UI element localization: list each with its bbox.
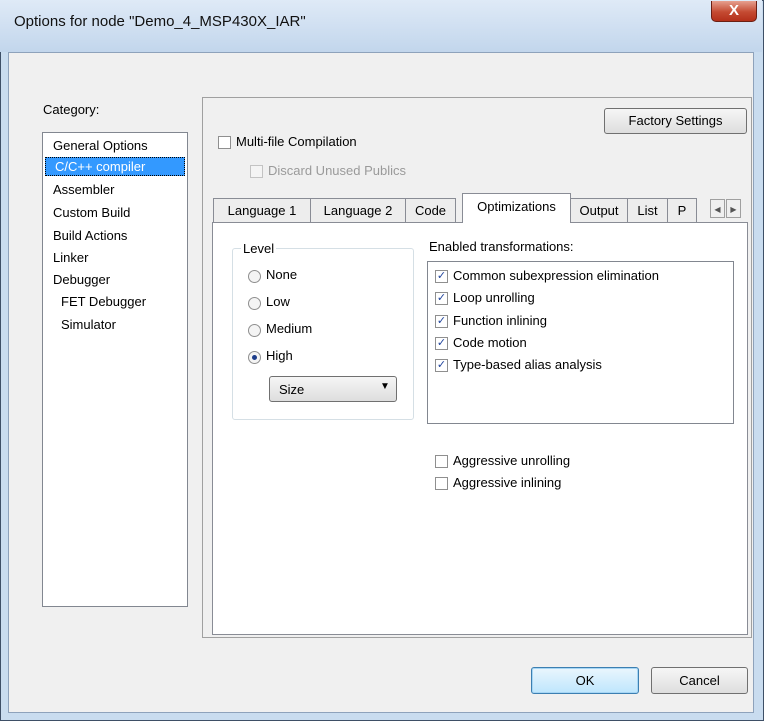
factory-settings-button[interactable]: Factory Settings <box>604 108 747 134</box>
level-high-label: High <box>266 348 293 363</box>
tab-partial[interactable]: P <box>667 198 697 222</box>
aggressive-inlining-checkbox[interactable] <box>435 477 448 490</box>
aggressive-unrolling-label: Aggressive unrolling <box>453 453 571 468</box>
discard-unused-publics-label: Discard Unused Publics <box>268 163 407 178</box>
level-medium-label: Medium <box>266 321 313 336</box>
tab-language-1[interactable]: Language 1 <box>213 198 311 222</box>
category-item-simulator[interactable]: Simulator <box>61 315 116 334</box>
category-item-general-options[interactable]: General Options <box>53 136 148 155</box>
level-high-radio[interactable] <box>248 351 261 364</box>
tab-output[interactable]: Output <box>570 198 628 222</box>
aggressive-unrolling-checkbox[interactable] <box>435 455 448 468</box>
category-item-assembler[interactable]: Assembler <box>53 180 114 199</box>
cse-checkbox[interactable]: ✓ <box>435 270 448 283</box>
multi-file-compilation-checkbox[interactable] <box>218 136 231 149</box>
code-motion-checkbox[interactable]: ✓ <box>435 337 448 350</box>
window-title: Options for node "Demo_4_MSP430X_IAR" <box>14 13 306 30</box>
multi-file-compilation-label: Multi-file Compilation <box>236 134 357 149</box>
category-label: Category: <box>43 102 100 117</box>
function-inlining-checkbox[interactable]: ✓ <box>435 315 448 328</box>
aggressive-inlining-label: Aggressive inlining <box>453 475 562 490</box>
loop-unrolling-label: Loop unrolling <box>453 290 535 305</box>
category-item-linker[interactable]: Linker <box>53 248 88 267</box>
category-item-custom-build[interactable]: Custom Build <box>53 203 130 222</box>
tab-scroll-left-icon[interactable]: ◀ <box>710 199 725 218</box>
level-none-radio[interactable] <box>248 270 261 283</box>
enabled-transformations-label: Enabled transformations: <box>429 239 574 254</box>
code-motion-label: Code motion <box>453 335 527 350</box>
cse-label: Common subexpression elimination <box>453 268 659 283</box>
close-button[interactable]: X <box>711 1 757 22</box>
level-medium-radio[interactable] <box>248 324 261 337</box>
level-group-label: Level <box>241 241 277 256</box>
category-item-c-cpp-compiler[interactable]: C/C++ compiler <box>45 157 185 176</box>
category-item-build-actions[interactable]: Build Actions <box>53 226 127 245</box>
discard-unused-publics-checkbox[interactable] <box>250 165 263 178</box>
loop-unrolling-checkbox[interactable]: ✓ <box>435 292 448 305</box>
level-low-label: Low <box>266 294 290 309</box>
tab-list[interactable]: List <box>627 198 668 222</box>
category-list[interactable]: General Options C/C++ compiler Assembler… <box>42 132 188 607</box>
size-speed-select[interactable]: Size ▼ <box>269 376 397 402</box>
chevron-down-icon: ▼ <box>380 381 390 392</box>
tab-optimizations[interactable]: Optimizations <box>462 193 571 223</box>
category-item-fet-debugger[interactable]: FET Debugger <box>61 292 146 311</box>
function-inlining-label: Function inlining <box>453 313 547 328</box>
size-select-value: Size <box>279 382 305 397</box>
category-item-debugger[interactable]: Debugger <box>53 270 110 289</box>
level-low-radio[interactable] <box>248 297 261 310</box>
type-based-alias-label: Type-based alias analysis <box>453 357 602 372</box>
tab-code[interactable]: Code <box>405 198 456 222</box>
cancel-button[interactable]: Cancel <box>651 667 748 694</box>
tab-scroll-right-icon[interactable]: ▶ <box>726 199 741 218</box>
type-based-alias-checkbox[interactable]: ✓ <box>435 359 448 372</box>
ok-button[interactable]: OK <box>531 667 639 694</box>
tab-language-2[interactable]: Language 2 <box>310 198 406 222</box>
level-none-label: None <box>266 267 298 282</box>
